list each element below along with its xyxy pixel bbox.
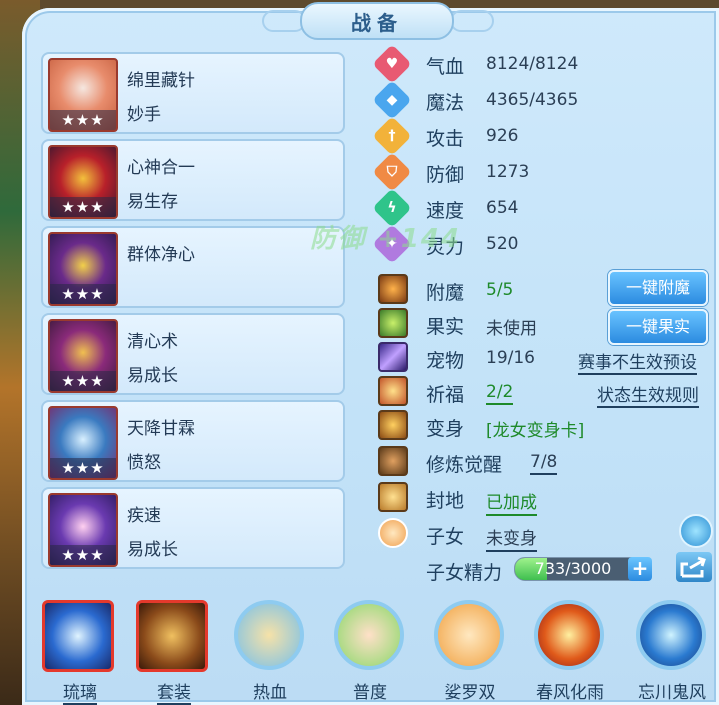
star-rating: ★★★: [50, 110, 116, 130]
speed-skill-icon: ★★★: [48, 493, 118, 567]
tab-hot-blood[interactable]: 热血: [230, 598, 310, 705]
row-cultivation: 修炼觉醒 7/8: [376, 446, 716, 480]
seal-icon: [378, 482, 408, 512]
row-transform: 变身 [龙女变身卡]: [376, 410, 716, 444]
skill-name: 疾速: [127, 506, 161, 526]
star-rating: ★★★: [50, 284, 116, 304]
transform-icon: [378, 410, 408, 440]
event-preset-link[interactable]: 赛事不生效预设: [578, 348, 697, 375]
rain-skill-icon: ★★★: [48, 406, 118, 480]
bottom-tab-bar: 琉璃 套装 热血 普度 娑罗双 春风化雨 忘川鬼风: [40, 598, 719, 705]
shield-icon: ⛉: [372, 152, 412, 192]
refresh-icon[interactable]: [679, 514, 713, 548]
star-rating: ★★★: [50, 545, 116, 565]
calm-skill-icon: ★★★: [48, 319, 118, 393]
tab-sala-twin[interactable]: 娑罗双: [430, 598, 510, 705]
child-value[interactable]: 未变身: [486, 529, 537, 552]
status-rules-link[interactable]: 状态生效规则: [597, 381, 699, 408]
spring-rain-icon: [534, 600, 604, 670]
mana-icon: ◆: [372, 80, 412, 120]
skill-name: 绵里藏针: [127, 71, 195, 91]
skill-name: 清心术: [127, 332, 178, 352]
skill-trait: 愤怒: [127, 453, 161, 473]
cultivation-value[interactable]: 7/8: [530, 452, 558, 475]
energy-text: 733/3000: [534, 559, 612, 578]
one-click-fruit-button[interactable]: 一键果实: [608, 309, 708, 345]
star-rating: ★★★: [50, 371, 116, 391]
needle-skill-icon: ★★★: [48, 58, 118, 132]
skill-trait: 易成长: [127, 366, 178, 386]
skill-card[interactable]: ★★★ 绵里藏针 妙手: [41, 52, 345, 134]
blessing-icon: [378, 376, 408, 406]
skill-card[interactable]: ★★★ 心神合一 易生存: [41, 139, 345, 221]
tab-salvation[interactable]: 普度: [330, 598, 410, 705]
tab-armor-set[interactable]: 套装: [134, 598, 214, 705]
purify-skill-icon: ★★★: [48, 232, 118, 306]
title-ornament-right: [450, 10, 494, 32]
seal-value[interactable]: 已加成: [486, 493, 537, 516]
skill-trait: 易生存: [127, 192, 178, 212]
stat-defense: ⛉ 防御 1273: [372, 152, 716, 192]
star-rating: ★★★: [50, 197, 116, 217]
skill-trait: 易成长: [127, 540, 178, 560]
sala-twin-icon: [434, 600, 504, 670]
row-child: 子女 未变身: [376, 518, 716, 552]
child-energy-bar: 733/3000: [514, 557, 646, 581]
pet-icon: [378, 342, 408, 372]
defense-bonus-popup: 防御 +144: [310, 224, 462, 254]
fruit-icon: [378, 308, 408, 338]
blessing-value[interactable]: 2/2: [486, 382, 514, 405]
skill-card[interactable]: ★★★ 清心术 易成长: [41, 313, 345, 395]
skill-trait: 妙手: [127, 105, 161, 125]
share-icon[interactable]: [676, 552, 712, 582]
child-icon: [378, 518, 408, 548]
row-seal: 封地 已加成: [376, 482, 716, 516]
sword-icon: †: [372, 116, 412, 156]
stat-mp: ◆ 魔法 4365/4365: [372, 80, 716, 120]
skill-name: 心神合一: [127, 158, 195, 178]
add-energy-button[interactable]: +: [628, 557, 652, 581]
tab-ghost-wind[interactable]: 忘川鬼风: [632, 598, 712, 705]
glaze-orb-icon: [42, 600, 114, 672]
skill-name: 天降甘霖: [127, 419, 195, 439]
heart-icon: ♥: [372, 44, 412, 84]
mind-skill-icon: ★★★: [48, 145, 118, 219]
skill-card[interactable]: ★★★ 疾速 易成长: [41, 487, 345, 569]
tab-glaze[interactable]: 琉璃: [40, 598, 120, 705]
salvation-hand-icon: [334, 600, 404, 670]
one-click-enchant-button[interactable]: 一键附魔: [608, 270, 708, 306]
hot-blood-icon: [234, 600, 304, 670]
transform-card-value[interactable]: [龙女变身卡]: [486, 416, 584, 441]
panel-title: 战备: [300, 2, 454, 40]
skill-card[interactable]: ★★★ 群体净心: [41, 226, 345, 308]
ghost-wind-icon: [636, 600, 706, 670]
tab-spring-rain[interactable]: 春风化雨: [530, 598, 610, 705]
stat-attack: † 攻击 926: [372, 116, 716, 156]
skill-name: 群体净心: [127, 245, 195, 265]
star-rating: ★★★: [50, 458, 116, 478]
cultivation-icon: [378, 446, 408, 476]
skill-card[interactable]: ★★★ 天降甘霖 愤怒: [41, 400, 345, 482]
enchant-icon: [378, 274, 408, 304]
armor-set-icon: [136, 600, 208, 672]
stat-hp: ♥ 气血 8124/8124: [372, 44, 716, 84]
